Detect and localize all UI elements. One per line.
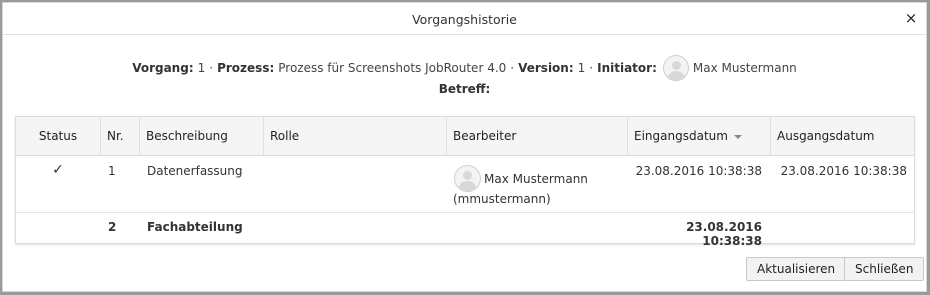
row-rolle [263, 156, 446, 212]
column-header-bearbeiter[interactable]: Bearbeiter [446, 117, 627, 155]
betreff-label: Betreff: [438, 82, 491, 96]
prozess-value: Prozess für Screenshots JobRouter 4.0 [278, 61, 507, 75]
column-header-beschreibung[interactable]: Beschreibung [139, 117, 263, 155]
column-header-label: Eingangsdatum [634, 129, 728, 143]
row-beschreibung: Fachabteilung [147, 220, 243, 234]
table-header: Status Nr. Beschreibung Rolle Bearbeiter… [16, 117, 914, 156]
row-eingangsdatum: 23.08.2016 10:38:38 [686, 220, 762, 248]
sort-desc-icon [733, 134, 742, 139]
refresh-button[interactable]: Aktualisieren [746, 257, 847, 281]
close-button[interactable]: Schließen [844, 257, 925, 281]
column-header-rolle[interactable]: Rolle [263, 117, 446, 155]
row-ausgangsdatum [770, 213, 916, 244]
row-beschreibung: Datenerfassung [147, 164, 243, 178]
row-nr: 1 [108, 164, 116, 178]
close-icon[interactable]: × [902, 9, 920, 27]
bearbeiter-username: (mmustermann) [453, 192, 551, 206]
table-row[interactable]: 2 Fachabteilung 23.08.2016 10:38:38 [16, 213, 916, 248]
bearbeiter-name: Max Mustermann [484, 171, 588, 186]
initiator-label: Initiator: [597, 61, 657, 75]
column-header-eingangsdatum[interactable]: Eingangsdatum [627, 117, 770, 155]
bearbeiter-avatar [454, 165, 481, 192]
initiator-avatar [662, 55, 689, 81]
column-header-nr[interactable]: Nr. [100, 117, 139, 155]
dialog-titlebar: Vorgangshistorie × [3, 3, 926, 35]
separator: · [510, 61, 515, 75]
column-header-status[interactable]: Status [16, 117, 100, 155]
row-rolle [263, 213, 446, 244]
history-table: Status Nr. Beschreibung Rolle Bearbeiter… [15, 116, 916, 248]
row-status [16, 213, 100, 244]
version-value: 1 [577, 61, 586, 75]
row-bearbeiter [446, 213, 627, 244]
dialog-title: Vorgangshistorie [412, 12, 517, 27]
column-header-ausgangsdatum[interactable]: Ausgangsdatum [770, 117, 916, 155]
row-ausgangsdatum: 23.08.2016 10:38:38 [780, 164, 907, 178]
row-bearbeiter: Max Mustermann (mmustermann) [446, 156, 627, 212]
status-check-icon: ✓ [52, 162, 64, 178]
vorgang-value: 1 [197, 61, 206, 75]
version-label: Version: [518, 61, 574, 75]
separator: · [209, 61, 214, 75]
row-nr: 2 [108, 220, 117, 234]
separator: · [589, 61, 594, 75]
table-row[interactable]: ✓ 1 Datenerfassung Max Mustermann (mmust… [16, 156, 914, 213]
process-info: Vorgang: 1 · Prozess: Prozess für Screen… [3, 55, 926, 81]
prozess-label: Prozess: [217, 61, 275, 75]
row-eingangsdatum: 23.08.2016 10:38:38 [635, 164, 762, 178]
history-dialog: Vorgangshistorie × Vorgang: 1 · Prozess:… [2, 2, 927, 292]
vorgang-label: Vorgang: [132, 61, 194, 75]
initiator-name: Max Mustermann [692, 61, 797, 75]
